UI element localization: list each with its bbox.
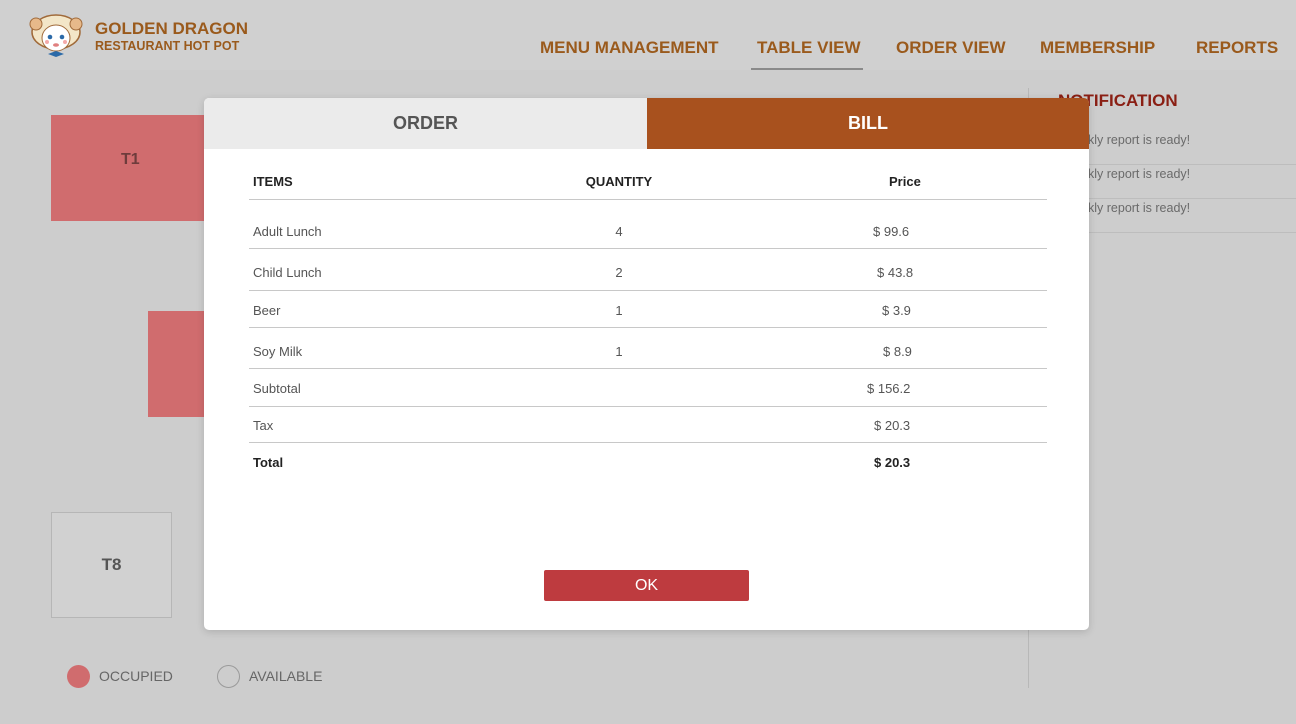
brand-subtitle: RESTAURANT HOT POT bbox=[95, 39, 240, 53]
header-price: Price bbox=[889, 174, 921, 189]
total-row: Total $ 20.3 bbox=[249, 443, 1047, 479]
row-item: Adult Lunch bbox=[253, 224, 322, 239]
available-legend-label: AVAILABLE bbox=[249, 668, 323, 684]
total-value: $ 20.3 bbox=[874, 455, 911, 470]
nav-table-view[interactable]: TABLE VIEW bbox=[757, 38, 861, 58]
notification-item[interactable]: kly report is ready! bbox=[1088, 165, 1296, 199]
subtotal-row: Subtotal $ 156.2 bbox=[249, 369, 1047, 407]
available-legend-dot bbox=[217, 665, 240, 688]
tab-order[interactable]: ORDER bbox=[204, 98, 647, 149]
row-price: $ 43.8 bbox=[877, 265, 914, 280]
table-t8-label: T8 bbox=[101, 555, 122, 574]
row-item: Soy Milk bbox=[253, 344, 303, 359]
ok-button[interactable]: OK bbox=[544, 570, 749, 601]
table-row: Child Lunch 2 $ 43.8 bbox=[249, 249, 1047, 291]
table-row: Soy Milk 1 $ 8.9 bbox=[249, 328, 1047, 369]
row-price: $ 8.9 bbox=[883, 344, 912, 359]
nav-order-view[interactable]: ORDER VIEW bbox=[896, 38, 1006, 58]
occupied-legend-label: OCCUPIED bbox=[99, 668, 173, 684]
table-occupied[interactable] bbox=[148, 311, 212, 417]
nav-reports[interactable]: REPORTS bbox=[1196, 38, 1278, 58]
sheep-logo-icon bbox=[29, 14, 83, 57]
tax-value: $ 20.3 bbox=[874, 418, 911, 433]
row-price: $ 3.9 bbox=[882, 303, 911, 318]
bill-modal: ORDER BILL ITEMS QUANTITY Price Adult Lu… bbox=[204, 98, 1089, 630]
subtotal-value: $ 156.2 bbox=[867, 381, 911, 396]
table-row: Adult Lunch 4 $ 99.6 bbox=[249, 200, 1047, 249]
brand-name: GOLDEN DRAGON bbox=[95, 19, 248, 38]
bill-table-header: ITEMS QUANTITY Price bbox=[249, 168, 1047, 200]
tab-bill[interactable]: BILL bbox=[647, 98, 1089, 149]
tax-row: Tax $ 20.3 bbox=[249, 407, 1047, 443]
tax-label: Tax bbox=[253, 418, 274, 433]
header-items: ITEMS bbox=[253, 174, 293, 189]
occupied-legend-dot bbox=[67, 665, 90, 688]
row-price: $ 99.6 bbox=[873, 224, 910, 239]
notification-item[interactable]: kly report is ready! bbox=[1088, 131, 1296, 165]
notification-item[interactable]: kly report is ready! bbox=[1088, 199, 1296, 233]
nav-membership[interactable]: MEMBERSHIP bbox=[1040, 38, 1155, 58]
subtotal-label: Subtotal bbox=[253, 381, 301, 396]
app-header: GOLDEN DRAGON RESTAURANT HOT POT MENU MA… bbox=[0, 0, 1296, 70]
bill-table: ITEMS QUANTITY Price Adult Lunch 4 $ 99.… bbox=[249, 168, 1047, 479]
active-nav-indicator bbox=[751, 68, 863, 70]
total-label: Total bbox=[253, 455, 284, 470]
table-t8[interactable]: T8 bbox=[51, 512, 172, 618]
nav-menu-management[interactable]: MENU MANAGEMENT bbox=[540, 38, 719, 58]
table-t1-label: T1 bbox=[121, 151, 140, 168]
row-item: Beer bbox=[253, 303, 281, 318]
row-item: Child Lunch bbox=[253, 265, 322, 280]
table-row: Beer 1 $ 3.9 bbox=[249, 291, 1047, 328]
